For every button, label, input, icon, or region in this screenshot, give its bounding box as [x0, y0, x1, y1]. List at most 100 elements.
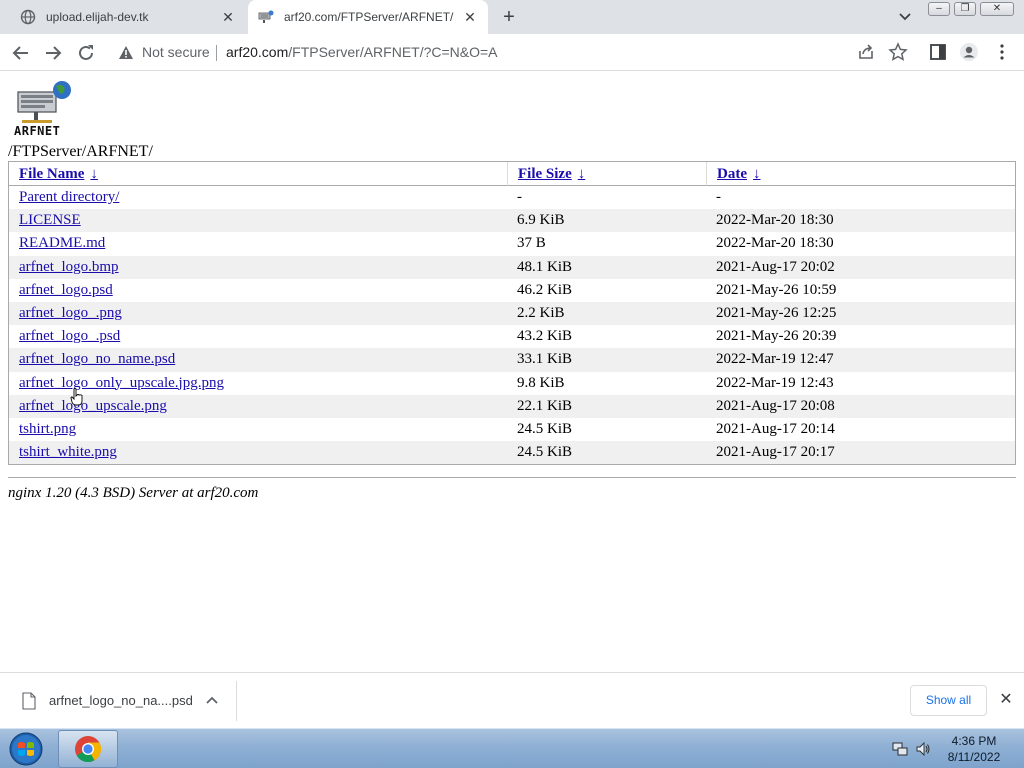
file-date-cell: 2021-Aug-17 20:14 — [716, 420, 835, 437]
file-name-cell: tshirt.png — [9, 418, 507, 441]
profile-avatar-icon[interactable] — [959, 42, 979, 62]
table-row: README.md 37 B 2022-Mar-20 18:30 — [9, 232, 1015, 255]
column-header-file-name: File Name ↓ — [9, 162, 507, 186]
file-link[interactable]: arfnet_logo.bmp — [19, 259, 119, 275]
file-link[interactable]: arfnet_logo.psd — [19, 282, 113, 298]
file-date-cell: 2022-Mar-20 18:30 — [706, 209, 1015, 233]
file-date-cell: 2021-Aug-17 20:17 — [706, 441, 1015, 465]
file-name-cell: LICENSE — [9, 209, 507, 233]
file-date-cell: 2022-Mar-19 12:47 — [706, 348, 1015, 372]
table-row: arfnet_logo_only_upscale.jpg.png 9.8 KiB 2… — [9, 372, 1015, 395]
table-row: tshirt_white.png 24.5 KiB 2021-Aug-17 20:1… — [9, 441, 1015, 465]
forward-arrow-icon[interactable] — [42, 42, 64, 64]
table-row: arfnet_logo_upscale.png 22.1 KiB 2021-Aug-… — [9, 394, 1015, 418]
table-row: arfnet_logo.bmp 48.1 KiB 2021-Aug-17 20:02 — [9, 255, 1015, 279]
table-header-row: File Name ↓ File Size ↓ Date ↓ — [9, 162, 1015, 186]
file-link[interactable]: LICENSE — [19, 212, 81, 228]
tab-search-chevron-icon[interactable] — [896, 9, 914, 25]
file-date-cell: 2021-May-26 12:25 — [706, 301, 1015, 326]
file-link[interactable]: arfnet_logo_only_upscale.jpg.png — [19, 375, 224, 391]
url-host: arf20.com — [226, 44, 289, 60]
window-close-button[interactable]: ✕ — [980, 2, 1014, 16]
file-size-cell: - — [517, 189, 522, 206]
file-size-cell: 24.5 KiB — [507, 441, 706, 465]
windows-start-button[interactable] — [5, 731, 47, 767]
back-arrow-icon[interactable] — [10, 42, 32, 64]
server-icon — [258, 10, 274, 23]
file-name-cell: Parent directory/ — [9, 186, 507, 209]
clock-time: 4:36 PM — [951, 734, 997, 748]
warning-icon[interactable] — [118, 45, 134, 60]
minimize-button[interactable]: – — [928, 2, 950, 16]
file-link[interactable]: tshirt_white.png — [19, 444, 117, 460]
file-date-cell: 2021-May-26 10:59 — [716, 281, 837, 298]
tab-close-icon[interactable]: ✕ — [220, 9, 236, 25]
taskbar-chrome-button[interactable] — [58, 730, 118, 768]
url-text[interactable]: arf20.com/FTPServer/ARFNET/?C=N&O=A — [226, 44, 498, 60]
file-link[interactable]: arfnet_logo_no_name.psd — [19, 351, 175, 367]
restore-button[interactable]: ❐ — [954, 2, 976, 16]
show-all-button[interactable]: Show all — [910, 685, 987, 716]
file-link[interactable]: README.md — [19, 235, 105, 251]
file-date-cell: 2022-Mar-20 18:30 — [716, 235, 834, 252]
clock-date: 8/11/2022 — [947, 750, 1001, 764]
table-row: LICENSE 6.9 KiB 2022-Mar-20 18:30 — [9, 209, 1015, 233]
file-link[interactable]: arfnet_logo_.psd — [19, 328, 120, 344]
file-link[interactable]: tshirt.png — [19, 421, 76, 437]
table-row: arfnet_logo_.png 2.2 KiB 2021-May-26 12:25 — [9, 301, 1015, 326]
network-icon[interactable] — [892, 741, 908, 757]
file-link[interactable]: arfnet_logo_.png — [19, 305, 122, 321]
close-icon[interactable]: ✕ — [997, 691, 1015, 709]
table-row: tshirt.png 24.5 KiB 2021-Aug-17 20:14 — [9, 418, 1015, 441]
file-icon — [22, 692, 36, 710]
file-size-cell: 6.9 KiB — [507, 209, 706, 233]
sort-by-name-link[interactable]: File Name ↓ — [19, 166, 98, 182]
download-bar: arfnet_logo_no_na....psd Show all ✕ — [0, 672, 1024, 728]
column-header-date: Date ↓ — [706, 162, 1015, 186]
parent-directory-link[interactable]: Parent directory/ — [19, 189, 119, 205]
security-status[interactable]: Not secure — [142, 44, 210, 60]
browser-toolbar: Not secure arf20.com/FTPServer/ARFNET/?C… — [0, 34, 1024, 71]
reload-icon[interactable] — [75, 42, 97, 64]
file-link[interactable]: arfnet_logo_upscale.png — [19, 398, 167, 414]
table-row: arfnet_logo_no_name.psd 33.1 KiB 2022-Mar-… — [9, 348, 1015, 372]
file-name-cell: arfnet_logo_no_name.psd — [9, 348, 507, 372]
omnibox-divider — [216, 45, 217, 61]
sort-by-date-link[interactable]: Date ↓ — [717, 166, 761, 182]
globe-icon — [20, 9, 36, 25]
windows-taskbar: 4:36 PM 8/11/2022 — [0, 728, 1024, 768]
column-header-file-size: File Size ↓ — [507, 162, 706, 186]
file-date-cell: - — [716, 189, 721, 206]
share-icon[interactable] — [856, 42, 876, 62]
chevron-up-icon[interactable] — [205, 694, 219, 708]
hand-cursor-icon — [70, 388, 83, 406]
taskbar-clock[interactable]: 4:36 PM 8/11/2022 — [936, 733, 1012, 765]
file-size-cell: 46.2 KiB — [517, 281, 573, 298]
address-bar[interactable]: Not secure arf20.com/FTPServer/ARFNET/?C… — [110, 38, 870, 67]
file-listing-table: File Name ↓ File Size ↓ Date ↓ Parent direc… — [8, 161, 1016, 466]
tab-arf20-ftpserver[interactable]: arf20.com/FTPServer/ARFNET/?C ✕ — [248, 0, 488, 34]
column-label: File Size — [518, 165, 572, 182]
page-content: ARFNET /FTPServer/ARFNET/ File Name ↓ Fil… — [0, 72, 1024, 672]
download-divider — [236, 681, 237, 721]
url-path: /FTPServer/ARFNET/?C=N&O=A — [288, 44, 498, 60]
new-tab-button[interactable]: + — [498, 6, 520, 28]
file-name-cell: arfnet_logo_.png — [9, 301, 507, 326]
tab-title: arf20.com/FTPServer/ARFNET/?C — [284, 10, 454, 24]
file-size-cell: 37 B — [517, 235, 546, 252]
bookmark-star-icon[interactable] — [888, 42, 908, 62]
file-date-cell: 2021-May-26 20:39 — [716, 328, 837, 345]
sort-by-size-link[interactable]: File Size ↓ — [518, 166, 585, 182]
menu-dots-icon[interactable] — [992, 42, 1012, 62]
sort-arrow-icon: ↓ — [753, 165, 761, 182]
tab-close-icon[interactable]: ✕ — [462, 9, 478, 25]
tab-upload-elijah-dev[interactable]: upload.elijah-dev.tk ✕ — [8, 0, 246, 34]
server-signature: nginx 1.20 (4.3 BSD) Server at arf20.com — [8, 485, 259, 501]
volume-icon[interactable] — [915, 741, 931, 757]
file-date-cell: 2021-Aug-17 20:02 — [706, 255, 1015, 279]
download-item-name[interactable]: arfnet_logo_no_na....psd — [49, 693, 193, 708]
side-panel-icon[interactable] — [928, 42, 948, 62]
file-size-cell: 22.1 KiB — [507, 394, 706, 418]
column-label: File Name — [19, 165, 85, 182]
table-row: Parent directory/ - - — [9, 186, 1015, 209]
